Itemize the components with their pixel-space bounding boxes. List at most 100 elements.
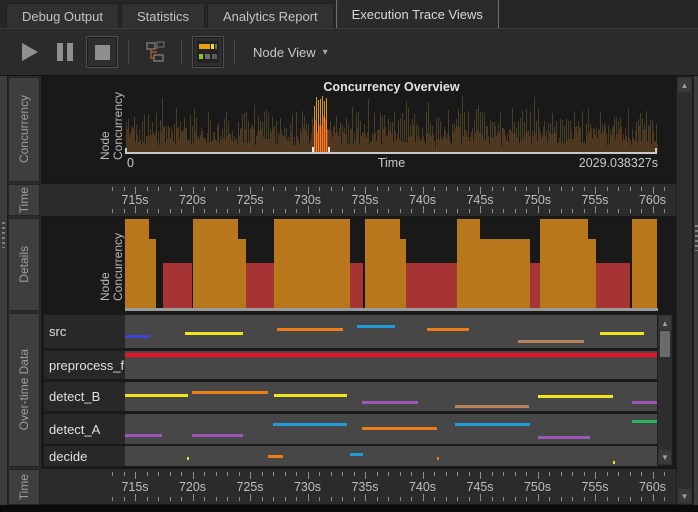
ruler-tick xyxy=(630,472,631,476)
trace-segment[interactable] xyxy=(437,457,439,460)
trace-segment[interactable] xyxy=(427,328,469,331)
ruler-tick xyxy=(147,209,148,213)
ruler-tick xyxy=(515,497,516,501)
overtime-scrollbar[interactable]: ▲ ▼ xyxy=(657,314,673,466)
trace-segment[interactable] xyxy=(362,427,437,430)
pause-button[interactable] xyxy=(49,36,81,68)
ruler-tick xyxy=(538,206,539,213)
ruler-tick xyxy=(262,497,263,501)
ruler-tick xyxy=(296,472,297,476)
trace-segment[interactable] xyxy=(538,395,613,398)
trace-segment[interactable] xyxy=(125,335,150,338)
ruler-tick xyxy=(193,494,194,501)
scrollbar-thumb[interactable] xyxy=(660,331,670,357)
time-tick-label: 715s xyxy=(121,480,148,494)
overview-chart[interactable] xyxy=(126,95,657,152)
ruler-tick xyxy=(365,472,366,479)
scroll-up-button[interactable]: ▲ xyxy=(678,78,691,92)
ruler-tick xyxy=(319,209,320,213)
row-timeline[interactable] xyxy=(125,351,658,379)
time-ruler-bottom[interactable]: 715s720s725s730s735s740s745s750s755s760s xyxy=(41,468,676,505)
ruler-tick xyxy=(273,209,274,213)
time-tick-label: 760s xyxy=(639,480,666,494)
ruler-tick xyxy=(641,497,642,501)
overview-y-axis-label: NodeConcurrency xyxy=(99,90,125,160)
trace-segment[interactable] xyxy=(455,423,530,426)
tab-debug-output[interactable]: Debug Output xyxy=(6,3,119,28)
row-label[interactable]: src xyxy=(44,315,125,348)
ruler-tick xyxy=(181,187,182,191)
tab-execution-trace-views[interactable]: Execution Trace Views xyxy=(336,0,499,28)
row-timeline[interactable] xyxy=(125,446,658,466)
toolbar-separator xyxy=(128,40,129,64)
row-label-text: detect_A xyxy=(49,422,100,437)
row-label[interactable]: preprocess_fu xyxy=(44,351,125,379)
tab-statistics[interactable]: Statistics xyxy=(121,3,205,28)
row-label[interactable]: detect_A xyxy=(44,414,125,444)
trace-segment[interactable] xyxy=(455,405,529,408)
ruler-tick xyxy=(469,187,470,191)
trace-segment[interactable] xyxy=(632,420,657,423)
trace-segment[interactable] xyxy=(277,328,343,331)
trace-segment[interactable] xyxy=(632,401,657,404)
trace-segment[interactable] xyxy=(187,457,189,460)
ruler-tick xyxy=(595,472,596,479)
trace-segment[interactable] xyxy=(274,394,347,397)
stop-button[interactable] xyxy=(86,36,118,68)
panel-scrollbar[interactable]: ▲ ▼ xyxy=(676,76,693,505)
trace-segment[interactable] xyxy=(350,453,363,456)
trace-segment[interactable] xyxy=(357,325,395,328)
ruler-tick xyxy=(319,497,320,501)
graph-tree-button[interactable] xyxy=(139,36,171,68)
section-label-details: Details xyxy=(8,218,40,311)
scroll-down-button[interactable]: ▼ xyxy=(678,489,691,503)
scroll-up-button[interactable]: ▲ xyxy=(659,316,671,330)
ruler-tick xyxy=(469,472,470,476)
trace-segment[interactable] xyxy=(192,434,243,437)
trace-segment[interactable] xyxy=(362,401,418,404)
pause-icon xyxy=(57,43,73,61)
ruler-tick xyxy=(296,497,297,501)
row-label-text: detect_B xyxy=(49,389,100,404)
time-tick-label: 715s xyxy=(121,193,148,207)
ruler-tick xyxy=(388,497,389,501)
details-chart[interactable] xyxy=(41,217,676,312)
trace-segment[interactable] xyxy=(600,332,644,335)
ruler-tick xyxy=(377,187,378,191)
trace-segment[interactable] xyxy=(125,353,657,357)
splitter-grip[interactable] xyxy=(2,222,5,248)
ruler-tick xyxy=(630,187,631,191)
ruler-tick xyxy=(641,209,642,213)
ruler-tick xyxy=(434,497,435,501)
timeline-view-button[interactable] xyxy=(192,36,224,68)
play-button[interactable] xyxy=(12,36,44,68)
trace-segment[interactable] xyxy=(185,332,243,335)
row-timeline[interactable] xyxy=(125,315,658,348)
view-mode-dropdown[interactable]: Node View ▾ xyxy=(253,45,328,60)
detail-bar xyxy=(588,239,596,308)
trace-segment[interactable] xyxy=(518,340,584,343)
ruler-tick xyxy=(664,472,665,476)
detail-bar xyxy=(480,239,530,308)
time-ruler-top[interactable]: 715s720s725s730s735s740s745s750s755s760s xyxy=(41,183,676,217)
trace-segment[interactable] xyxy=(268,455,283,458)
trace-segment[interactable] xyxy=(273,423,347,426)
ruler-tick xyxy=(492,209,493,213)
ruler-tick xyxy=(216,187,217,191)
row-label[interactable]: decide xyxy=(44,446,125,466)
scroll-down-button[interactable]: ▼ xyxy=(659,450,671,464)
ruler-tick xyxy=(480,206,481,213)
row-timeline[interactable] xyxy=(125,382,658,411)
row-timeline[interactable] xyxy=(125,414,658,444)
trace-segment[interactable] xyxy=(125,394,188,397)
right-splitter[interactable] xyxy=(693,76,698,505)
trace-segment[interactable] xyxy=(125,434,162,437)
tab-analytics-report[interactable]: Analytics Report xyxy=(207,3,334,28)
trace-segment[interactable] xyxy=(192,391,268,394)
left-splitter[interactable] xyxy=(0,76,8,505)
row-label[interactable]: detect_B xyxy=(44,382,125,411)
trace-segment[interactable] xyxy=(613,461,615,464)
trace-segment[interactable] xyxy=(538,436,590,439)
trace-row-detect_B: detect_B xyxy=(44,382,674,411)
ruler-tick xyxy=(457,497,458,501)
